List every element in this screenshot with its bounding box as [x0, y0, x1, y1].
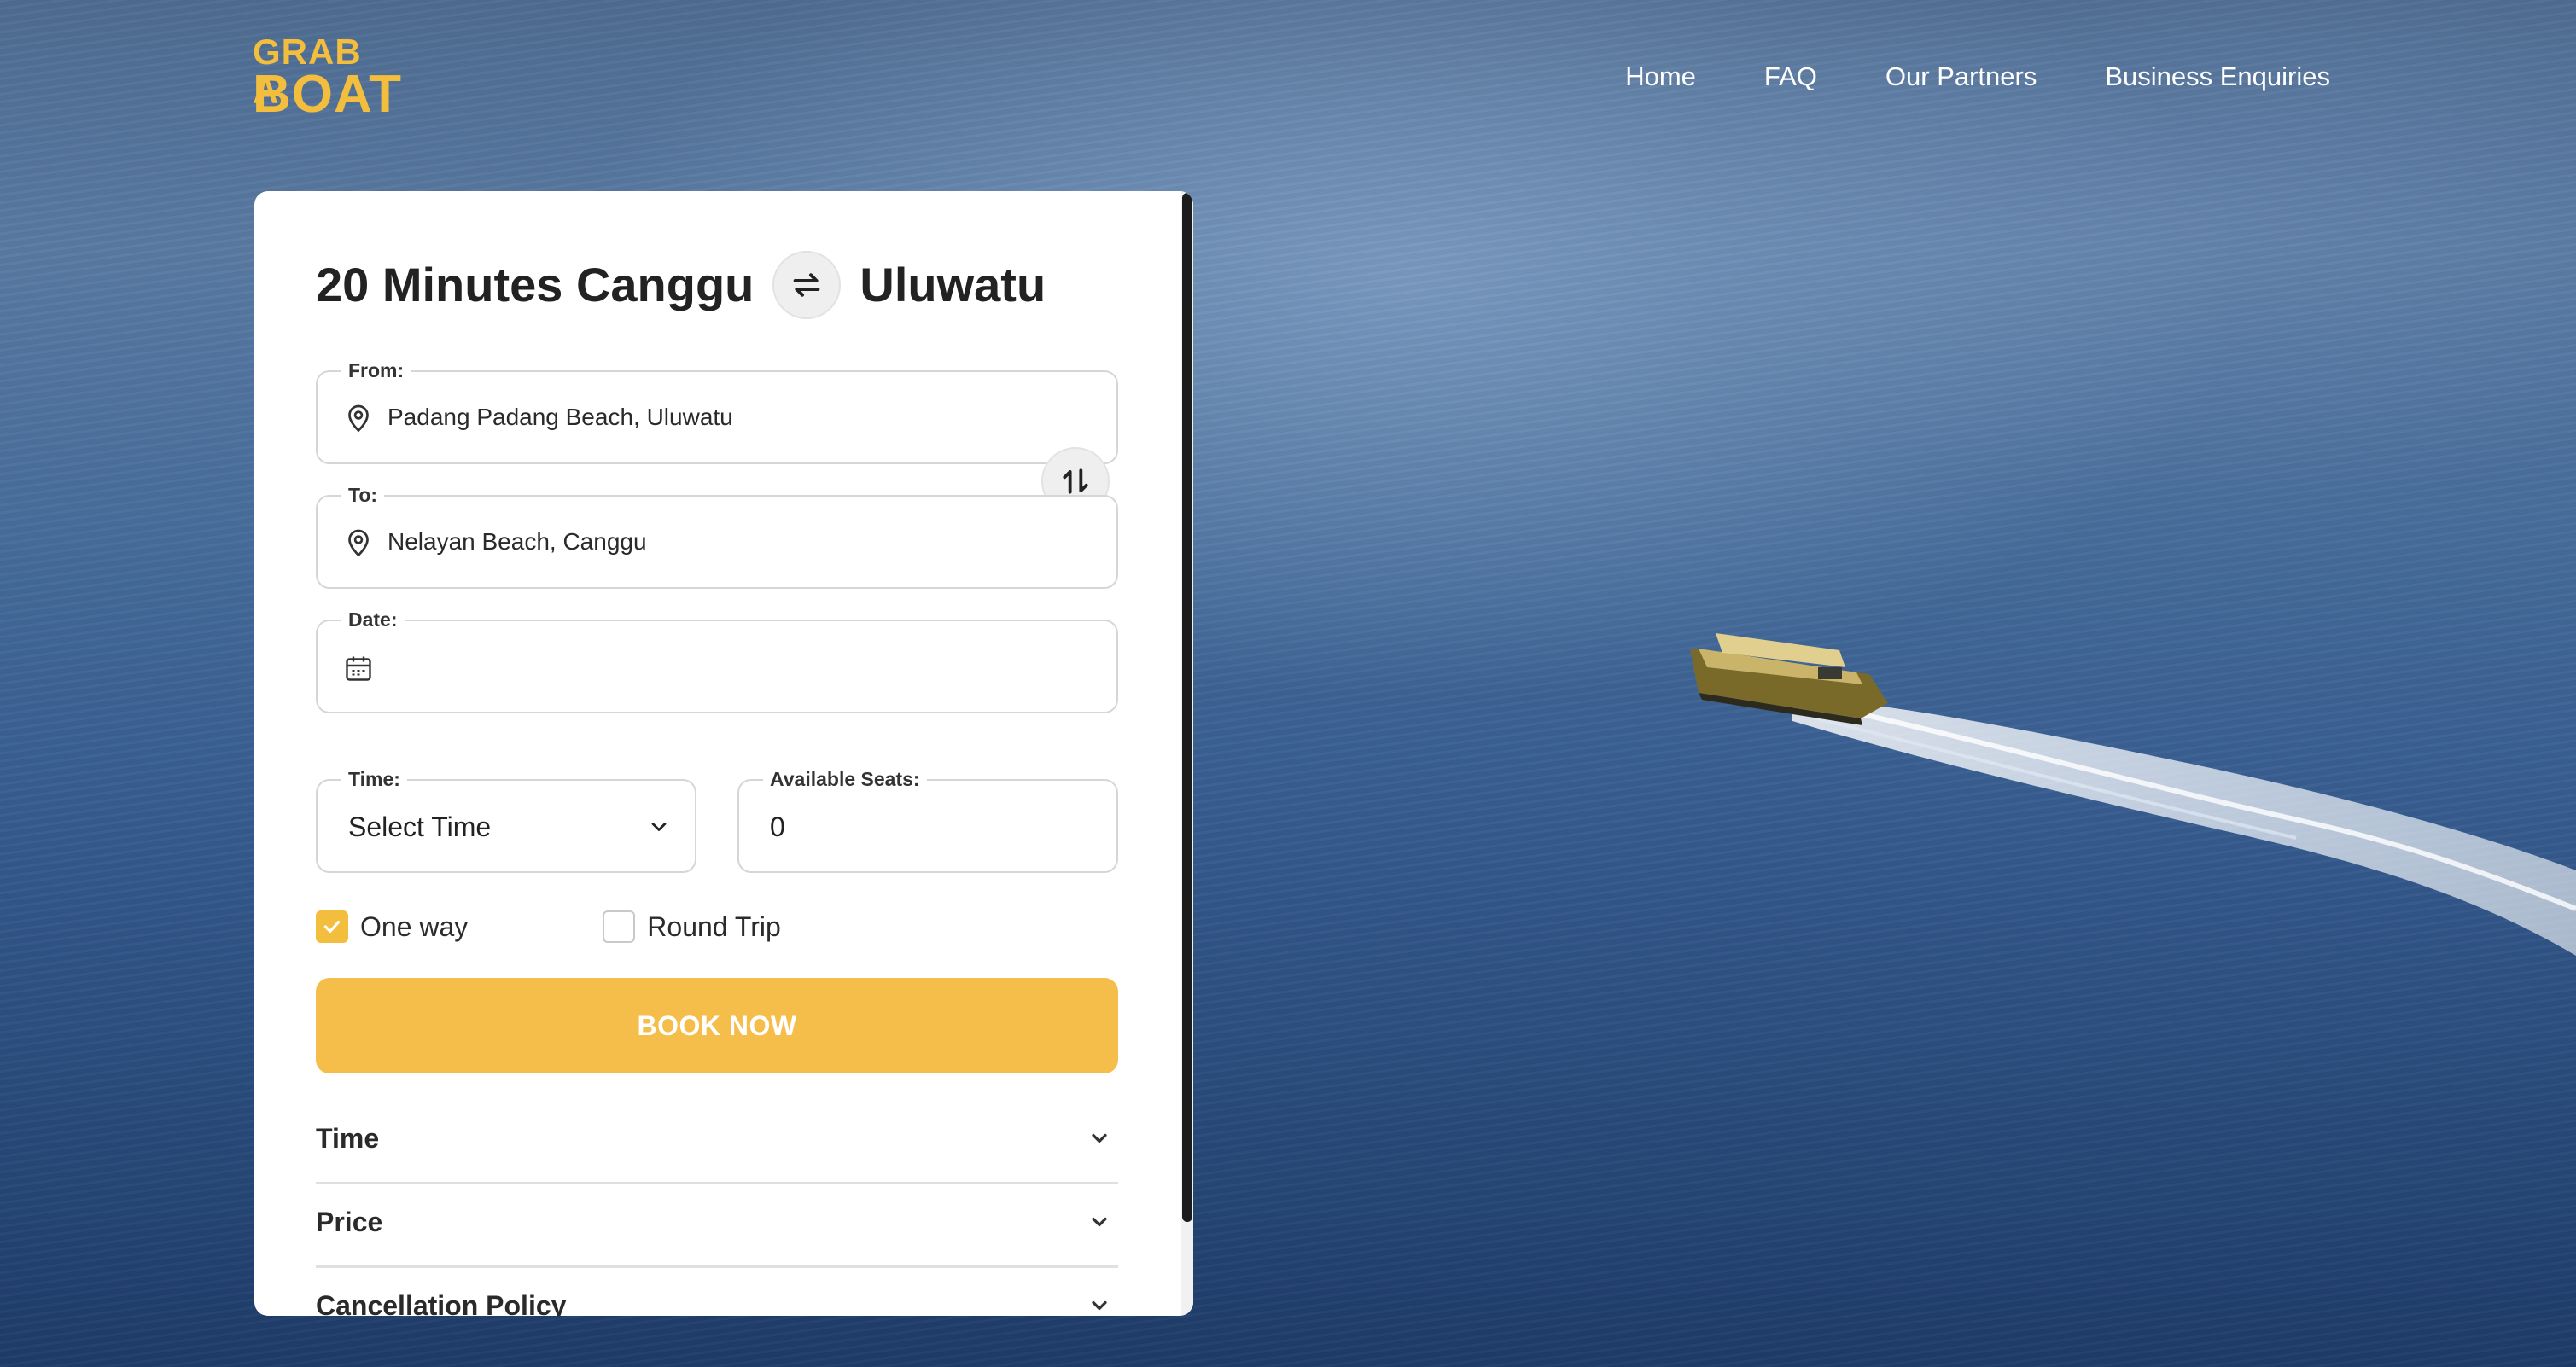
map-pin-icon	[348, 529, 369, 557]
date-field[interactable]: Date:	[316, 607, 1118, 713]
speedboat-image	[1690, 633, 2576, 956]
round-trip-checkbox[interactable]	[603, 910, 636, 943]
map-pin-icon	[348, 404, 369, 433]
to-field[interactable]: To: Nelayan Beach, Canggu	[316, 482, 1118, 589]
swap-vertical-icon	[1063, 468, 1088, 494]
nav-faq[interactable]: FAQ	[1764, 60, 1817, 94]
card-scrollbar-thumb[interactable]	[1182, 193, 1192, 1222]
from-value: Padang Padang Beach, Uluwatu	[388, 404, 733, 430]
accordion-price[interactable]: Price	[316, 1184, 1118, 1268]
round-trip-label[interactable]: Round Trip	[647, 910, 781, 944]
accordion-time-title: Time	[316, 1123, 380, 1154]
seats-label: Available Seats:	[763, 766, 927, 792]
time-value: Select Time	[348, 811, 492, 842]
to-label: To:	[341, 482, 385, 508]
logo-text-bottom: BOAT	[253, 65, 403, 124]
to-value: Nelayan Beach, Canggu	[388, 528, 647, 555]
trip-type-options: One way Round Trip	[316, 910, 781, 944]
calendar-icon	[346, 656, 371, 681]
accordion-price-title: Price	[316, 1207, 383, 1237]
swap-horizontal-icon	[794, 273, 820, 297]
one-way-checkbox[interactable]	[316, 910, 348, 943]
route-swap-button[interactable]	[772, 251, 842, 319]
accordion-cancellation-title: Cancellation Policy	[316, 1290, 567, 1316]
available-seats-field: Available Seats: 0	[737, 766, 1118, 873]
chevron-down-icon	[651, 823, 667, 831]
chevron-down-icon	[1092, 1300, 1107, 1311]
nav-home[interactable]: Home	[1625, 60, 1696, 94]
one-way-label[interactable]: One way	[360, 910, 468, 944]
seats-value: 0	[770, 811, 785, 842]
main-nav: Home FAQ Our Partners Business Enquiries	[1625, 60, 2330, 94]
check-icon	[323, 920, 341, 934]
nav-our-partners[interactable]: Our Partners	[1885, 60, 2037, 94]
card-scrollbar-track[interactable]	[1181, 191, 1193, 1316]
logo[interactable]: GRAB A BOAT	[253, 32, 401, 123]
route-title: 20 Minutes Canggu Uluwatu	[316, 251, 1046, 319]
book-now-button[interactable]: BOOK NOW	[316, 978, 1118, 1073]
accordion-cancellation-policy[interactable]: Cancellation Policy	[316, 1268, 1118, 1316]
booking-card: 20 Minutes Canggu Uluwatu From: Padang P…	[254, 191, 1193, 1316]
accordion-time[interactable]: Time	[316, 1101, 1118, 1184]
time-select[interactable]: Time: Select Time	[316, 766, 696, 873]
time-label: Time:	[341, 766, 407, 792]
route-to-title: Uluwatu	[860, 258, 1046, 311]
date-label: Date:	[341, 607, 405, 632]
chevron-down-icon	[1092, 1133, 1107, 1143]
chevron-down-icon	[1092, 1217, 1107, 1227]
nav-business-enquiries[interactable]: Business Enquiries	[2105, 60, 2330, 94]
from-label: From:	[341, 358, 411, 383]
from-field[interactable]: From: Padang Padang Beach, Uluwatu	[316, 358, 1118, 464]
route-from-title: 20 Minutes Canggu	[316, 258, 755, 311]
